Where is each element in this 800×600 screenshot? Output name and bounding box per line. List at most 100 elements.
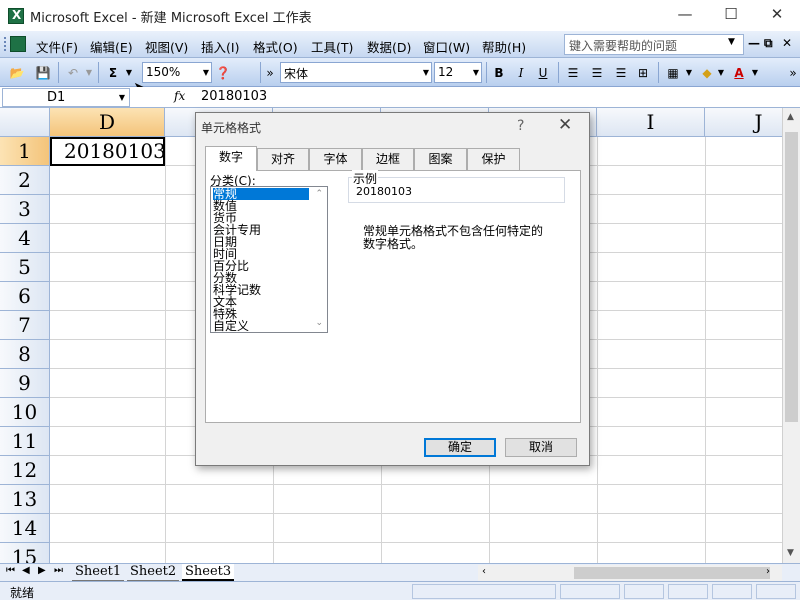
row-header-4[interactable]: 4	[0, 224, 50, 253]
menu-view[interactable]: 视图(V)	[145, 37, 188, 56]
column-header-d[interactable]: D	[50, 108, 165, 137]
help-icon[interactable]: ❓	[214, 63, 232, 83]
close-icon[interactable]: ✕	[558, 115, 572, 135]
chevron-down-icon[interactable]: ⌄	[315, 318, 323, 328]
font-name-value: 宋体	[284, 67, 309, 81]
row-header-2[interactable]: 2	[0, 166, 50, 195]
align-right-icon[interactable]: ☰	[612, 63, 630, 83]
row-header-5[interactable]: 5	[0, 253, 50, 282]
row-header-13[interactable]: 13	[0, 485, 50, 514]
tab-patterns[interactable]: 图案	[414, 148, 467, 170]
menu-edit[interactable]: 编辑(E)	[90, 37, 133, 56]
cell-d1[interactable]: 20180103	[50, 137, 166, 166]
zoom-select[interactable]: 150% ▼	[142, 62, 212, 83]
column-header-i[interactable]: I	[597, 108, 705, 137]
name-box[interactable]: D1 ▼	[2, 88, 130, 107]
scroll-left-icon[interactable]: ‹	[482, 566, 486, 577]
menu-tools[interactable]: 工具(T)	[311, 37, 353, 56]
scrollbar-thumb[interactable]	[574, 567, 770, 579]
list-scrollbar[interactable]	[311, 187, 327, 332]
menu-data[interactable]: 数据(D)	[367, 37, 411, 56]
fill-color-icon[interactable]: ◆	[698, 63, 716, 83]
align-left-icon[interactable]: ☰	[564, 63, 582, 83]
list-item[interactable]: 自定义	[213, 320, 309, 332]
grid-line	[50, 484, 782, 485]
close-icon[interactable]: ✕	[754, 0, 800, 31]
last-sheet-icon[interactable]: ⏭	[54, 565, 63, 576]
vertical-scrollbar[interactable]: ▲ ▼	[782, 108, 800, 563]
minimize-icon[interactable]: —	[662, 0, 708, 31]
horizontal-scrollbar[interactable]: ‹ ›	[478, 565, 782, 581]
menu-insert[interactable]: 插入(I)	[201, 37, 239, 56]
align-center-icon[interactable]: ☰	[588, 63, 606, 83]
merge-center-icon[interactable]: ⊞	[634, 63, 652, 83]
row-header-14[interactable]: 14	[0, 514, 50, 543]
menu-window[interactable]: 窗口(W)	[423, 37, 470, 56]
font-color-icon[interactable]: A	[730, 63, 748, 83]
undo-icon[interactable]: ↶	[64, 63, 82, 83]
toolbar-options-icon[interactable]: »	[264, 63, 276, 83]
cancel-button[interactable]: 取消	[505, 438, 577, 457]
borders-icon[interactable]: ▦	[664, 63, 682, 83]
toolbar-options-icon[interactable]: »	[788, 63, 798, 83]
autosum-icon[interactable]: Σ	[104, 63, 122, 83]
chevron-down-icon[interactable]: ▼	[684, 63, 694, 83]
menu-file[interactable]: 文件(F)	[36, 37, 78, 56]
scroll-right-icon[interactable]: ›	[766, 566, 770, 577]
chevron-down-icon[interactable]: ▼	[84, 63, 94, 83]
tab-alignment[interactable]: 对齐	[257, 148, 309, 170]
row-header-15[interactable]: 15	[0, 543, 50, 563]
select-all-corner[interactable]	[0, 108, 50, 137]
scrollbar-thumb[interactable]	[785, 132, 798, 422]
status-panel	[412, 584, 556, 599]
sheet-tab-3[interactable]: Sheet3	[182, 564, 235, 581]
font-name-select[interactable]: 宋体 ▼	[280, 62, 432, 83]
row-header-11[interactable]: 11	[0, 427, 50, 456]
help-search-input[interactable]: 键入需要帮助的问题	[564, 34, 744, 55]
chevron-up-icon[interactable]: ⌃	[315, 189, 323, 199]
menu-help[interactable]: 帮助(H)	[482, 37, 526, 56]
prev-sheet-icon[interactable]: ◀	[22, 565, 30, 576]
doc-minimize-icon[interactable]: —	[748, 36, 760, 50]
bold-button[interactable]: B	[490, 63, 508, 83]
maximize-icon[interactable]: ☐	[708, 0, 754, 31]
tab-protection[interactable]: 保护	[467, 148, 520, 170]
font-size-select[interactable]: 12 ▼	[434, 62, 482, 83]
workbook-icon[interactable]	[10, 36, 26, 52]
row-header-1[interactable]: 1	[0, 137, 50, 166]
scroll-down-icon[interactable]: ▼	[787, 548, 794, 558]
ok-button[interactable]: 确定	[424, 438, 496, 457]
tab-number[interactable]: 数字	[205, 146, 257, 171]
help-icon[interactable]: ?	[517, 118, 524, 134]
row-header-12[interactable]: 12	[0, 456, 50, 485]
formula-input[interactable]: 20180103	[201, 89, 267, 104]
first-sheet-icon[interactable]: ⏮	[6, 565, 15, 576]
row-header-10[interactable]: 10	[0, 398, 50, 427]
underline-button[interactable]: U	[534, 63, 552, 83]
scroll-up-icon[interactable]: ▲	[787, 112, 794, 122]
italic-button[interactable]: I	[512, 63, 530, 83]
doc-close-icon[interactable]: ✕	[782, 36, 792, 50]
category-list[interactable]: 常规 数值 货币 会计专用 日期 时间 百分比 分数 科学记数 文本 特殊 自定…	[210, 186, 328, 333]
open-icon[interactable]: 📂	[8, 63, 26, 83]
insert-function-icon[interactable]: fx	[174, 89, 185, 103]
doc-restore-icon[interactable]: ⧉	[764, 36, 773, 51]
chevron-down-icon[interactable]: ▼	[716, 63, 726, 83]
next-sheet-icon[interactable]: ▶	[38, 565, 46, 576]
tab-font[interactable]: 字体	[309, 148, 362, 170]
chevron-down-icon[interactable]: ▼	[728, 37, 735, 47]
row-header-9[interactable]: 9	[0, 369, 50, 398]
row-header-3[interactable]: 3	[0, 195, 50, 224]
toolbar-grip-icon[interactable]	[4, 37, 7, 51]
row-header-8[interactable]: 8	[0, 340, 50, 369]
row-header-6[interactable]: 6	[0, 282, 50, 311]
row-header-7[interactable]: 7	[0, 311, 50, 340]
tab-border[interactable]: 边框	[362, 148, 414, 170]
chevron-down-icon: ▼	[118, 93, 125, 102]
save-icon[interactable]: 💾	[34, 63, 52, 83]
chevron-down-icon[interactable]: ▼	[750, 63, 760, 83]
column-header-j[interactable]: J	[705, 108, 782, 137]
sheet-tab-2[interactable]: Sheet2	[127, 564, 180, 581]
menu-format[interactable]: 格式(O)	[253, 37, 298, 56]
sheet-tab-1[interactable]: Sheet1	[72, 564, 125, 581]
